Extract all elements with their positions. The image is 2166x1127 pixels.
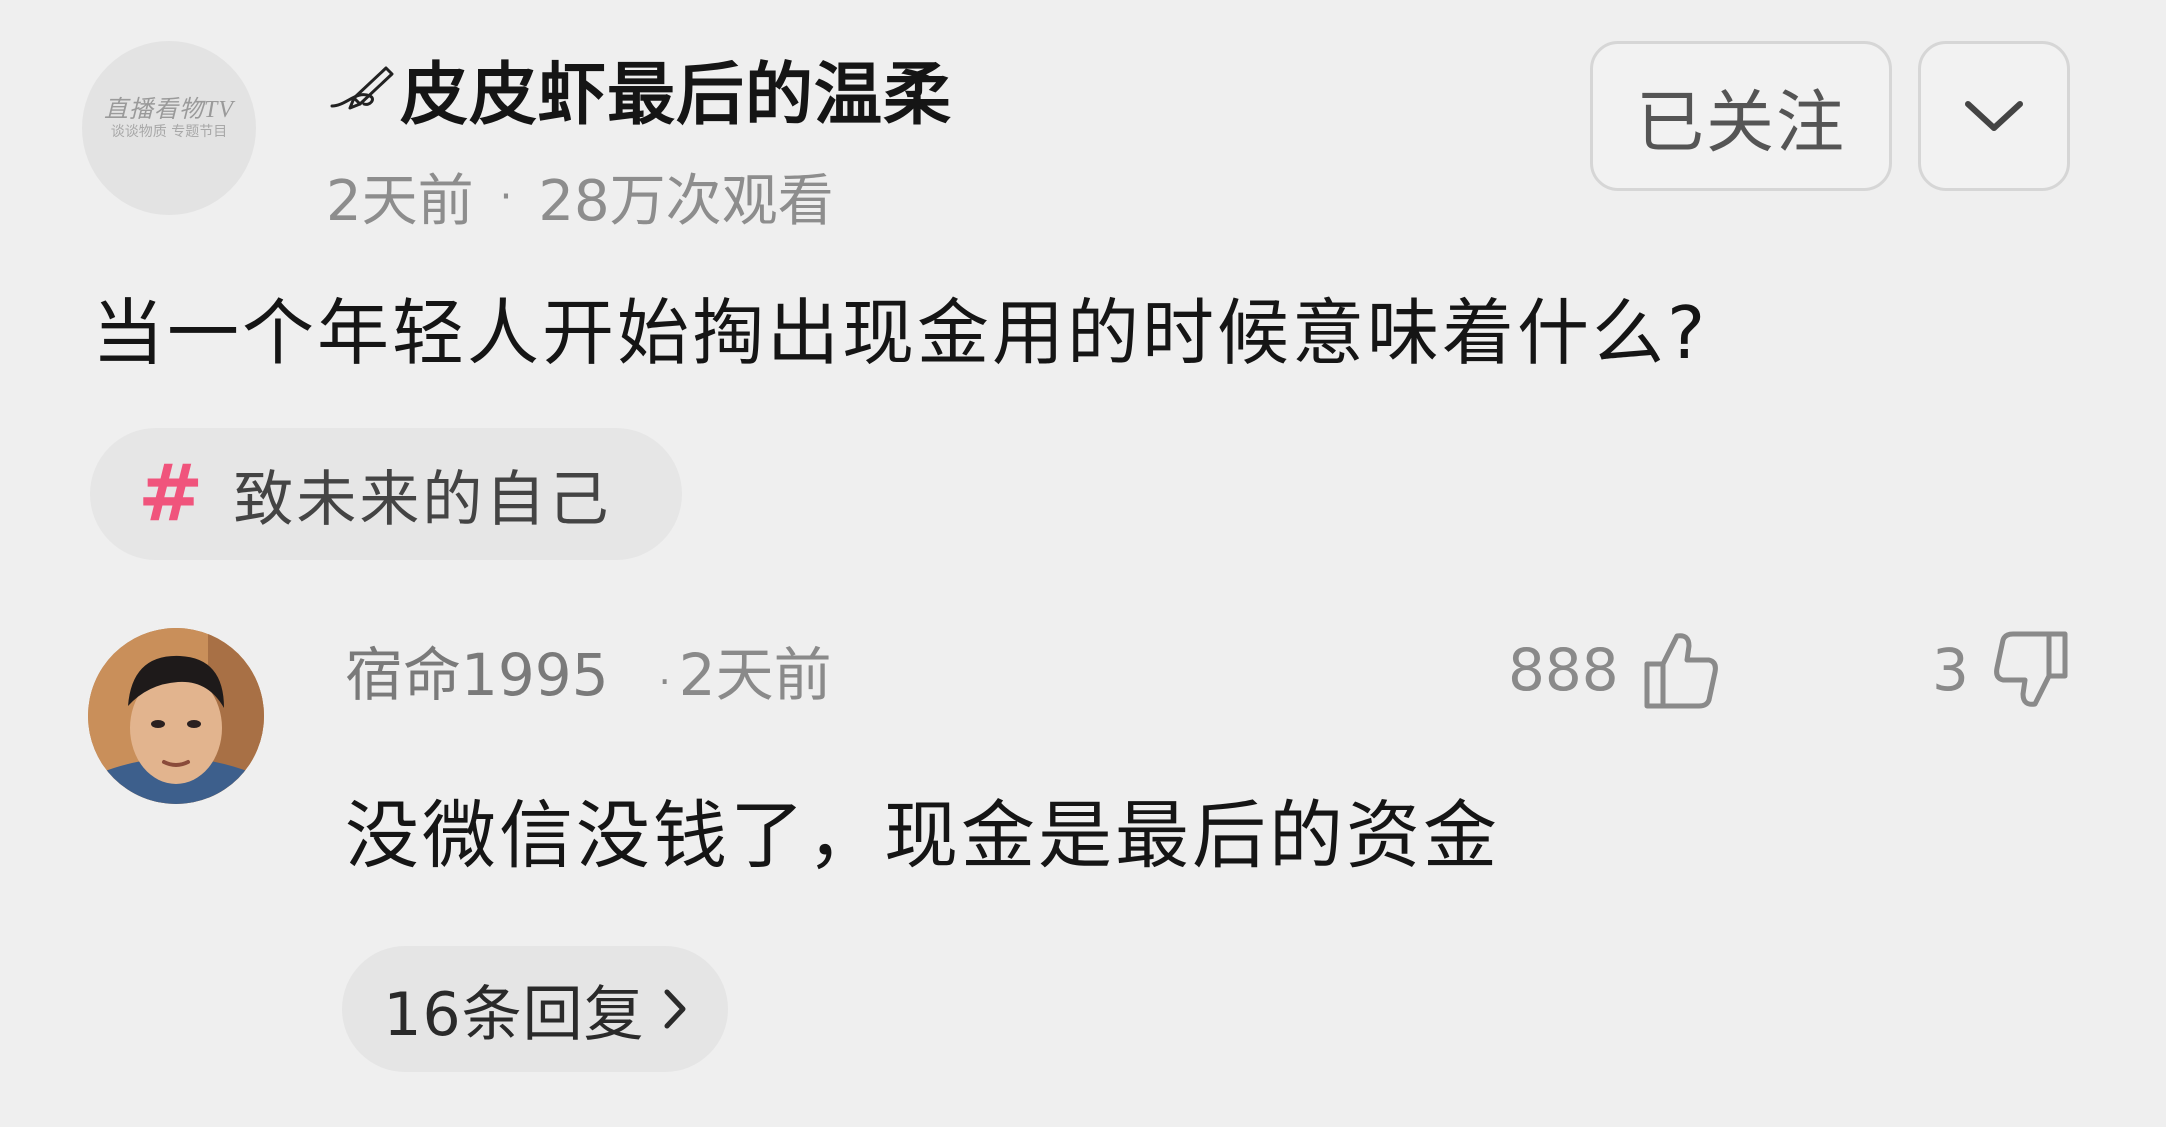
topic-chip[interactable]: # 致未来的自己 xyxy=(90,428,682,560)
channel-logo-subtext: 谈谈物质 专题节目 xyxy=(110,124,228,140)
commenter-avatar[interactable] xyxy=(88,628,264,804)
comment-time: · 2天前 xyxy=(659,628,832,712)
thumbs-down-icon xyxy=(1994,631,2068,707)
pen-icon xyxy=(330,66,394,110)
comment-time-text: 2天前 xyxy=(678,641,832,709)
post-question: 当一个年轻人开始掏出现金用的时候意味着什么? xyxy=(92,291,1709,375)
channel-avatar[interactable]: 直播看物TV 谈谈物质 专题节目 xyxy=(82,41,256,215)
hashtag-icon: # xyxy=(138,449,204,539)
dislike-button[interactable]: 3 xyxy=(1932,622,2071,718)
like-count: 888 xyxy=(1508,636,1619,704)
commenter-photo xyxy=(88,628,264,804)
view-count: 28万次观看 xyxy=(538,169,834,234)
commenter-username[interactable]: 宿命1995 xyxy=(345,628,609,712)
comment-meta: 宿命1995 · 2天前 xyxy=(345,630,832,710)
view-replies-button[interactable]: 16条回复 xyxy=(342,946,728,1072)
topic-label: 致未来的自己 xyxy=(233,464,612,535)
like-button[interactable]: 888 xyxy=(1508,622,1721,718)
replies-label: 16条回复 xyxy=(383,979,645,1050)
more-options-button[interactable] xyxy=(1918,41,2070,191)
follow-button[interactable]: 已关注 xyxy=(1590,41,1892,191)
comment-text: 没微信没钱了，现金是最后的资金 xyxy=(345,793,1500,879)
comment-meta-separator: · xyxy=(658,660,671,704)
thumbs-up-icon xyxy=(1644,633,1718,709)
meta-separator: · xyxy=(499,173,513,220)
channel-logo-text: 直播看物TV xyxy=(103,97,234,123)
post-meta: 2天前 · 28万次观看 xyxy=(326,156,834,237)
channel-name-row[interactable]: 皮皮虾最后的温柔 xyxy=(326,44,952,135)
post-age: 2天前 xyxy=(326,169,474,234)
channel-name[interactable]: 皮皮虾最后的温柔 xyxy=(400,39,952,138)
chevron-right-icon xyxy=(664,989,686,1029)
dislike-count: 3 xyxy=(1932,636,1969,704)
chevron-down-icon xyxy=(1965,101,2023,131)
